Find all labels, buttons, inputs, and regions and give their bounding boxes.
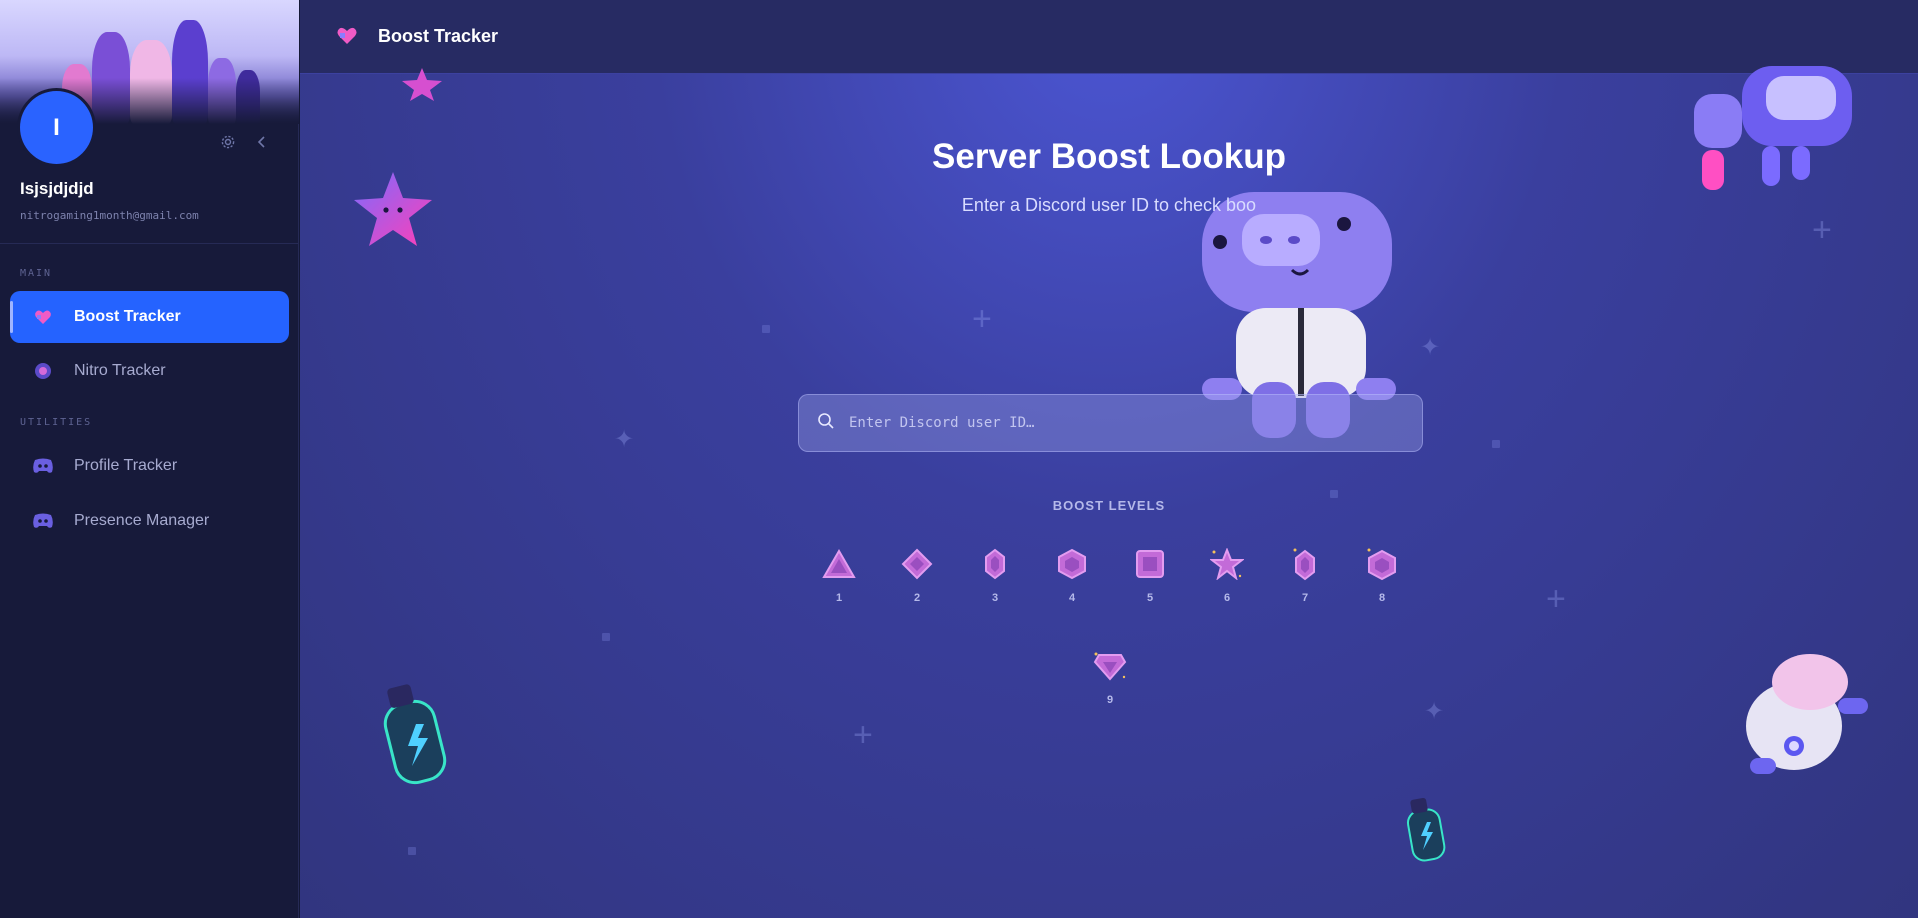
potion-decoration: [370, 680, 460, 795]
crystal-gem-icon: [975, 544, 1015, 584]
boost-level-4: 4: [1052, 544, 1092, 604]
sidebar-item-label: Presence Manager: [74, 512, 210, 529]
robot-decoration: [1692, 66, 1862, 205]
boost-level-9: 9: [1090, 646, 1130, 706]
boost-level-6: 6: [1207, 544, 1247, 604]
lookup-subheading: Enter a Discord user ID to check boo: [961, 195, 1257, 215]
hexagon-gem-icon: [1362, 544, 1402, 584]
hexagon-gem-icon: [1052, 544, 1092, 584]
chevron-left-icon[interactable]: [252, 132, 272, 152]
boost-level-1: 1: [819, 544, 859, 604]
sidebar-item-presence-manager[interactable]: Presence Manager: [10, 495, 289, 547]
gear-icon[interactable]: [218, 132, 238, 152]
topbar: Boost Tracker: [300, 0, 1918, 74]
search-box[interactable]: [798, 394, 1423, 452]
sidebar-item-label: Nitro Tracker: [74, 362, 166, 379]
diamond-gem-icon: [1090, 646, 1130, 686]
star-gem-icon: [1207, 544, 1247, 584]
divider: [0, 243, 299, 244]
username: Isjsjdjdjd: [20, 179, 94, 198]
sidebar-item-label: Profile Tracker: [74, 457, 178, 474]
sidebar: I Isjsjdjdjd nitrogaming1month@gmail.com…: [0, 0, 299, 918]
potion-decoration: [1398, 794, 1454, 871]
star-decoration: [400, 66, 444, 107]
discord-icon: [32, 455, 54, 477]
boost-level-7: 7: [1285, 544, 1325, 604]
creature-decoration: [1728, 646, 1874, 785]
user-email: nitrogaming1month@gmail.com: [20, 209, 199, 222]
page-title: Boost Tracker: [378, 26, 499, 46]
lookup-heading: Server Boost Lookup: [932, 137, 1286, 176]
triangle-gem-icon: [819, 544, 859, 584]
boost-levels-label: BOOST LEVELS: [1052, 498, 1166, 513]
sidebar-item-label: Boost Tracker: [74, 308, 181, 325]
search-icon: [817, 412, 835, 435]
sidebar-item-profile-tracker[interactable]: Profile Tracker: [10, 440, 289, 492]
section-label-utilities: UTILITIES: [20, 417, 93, 428]
boost-icon: [32, 306, 54, 328]
diamond-gem-icon: [897, 544, 937, 584]
sidebar-item-nitro-tracker[interactable]: Nitro Tracker: [10, 345, 289, 397]
boost-level-3: 3: [975, 544, 1015, 604]
crystal-gem-icon: [1285, 544, 1325, 584]
discord-icon: [32, 510, 54, 532]
nitro-icon: [32, 360, 54, 382]
boost-level-8: 8: [1362, 544, 1402, 604]
sidebar-item-boost-tracker[interactable]: Boost Tracker: [10, 291, 289, 343]
main-content: + + + + ✦ ✦ ✦ Boost Tracker Server Boost…: [300, 0, 1918, 918]
section-label-main: MAIN: [20, 268, 53, 279]
boost-level-5: 5: [1130, 544, 1170, 604]
boost-level-2: 2: [897, 544, 937, 604]
boost-icon: [336, 26, 358, 48]
avatar[interactable]: I: [20, 91, 93, 164]
square-gem-icon: [1130, 544, 1170, 584]
search-input[interactable]: [849, 415, 1409, 431]
